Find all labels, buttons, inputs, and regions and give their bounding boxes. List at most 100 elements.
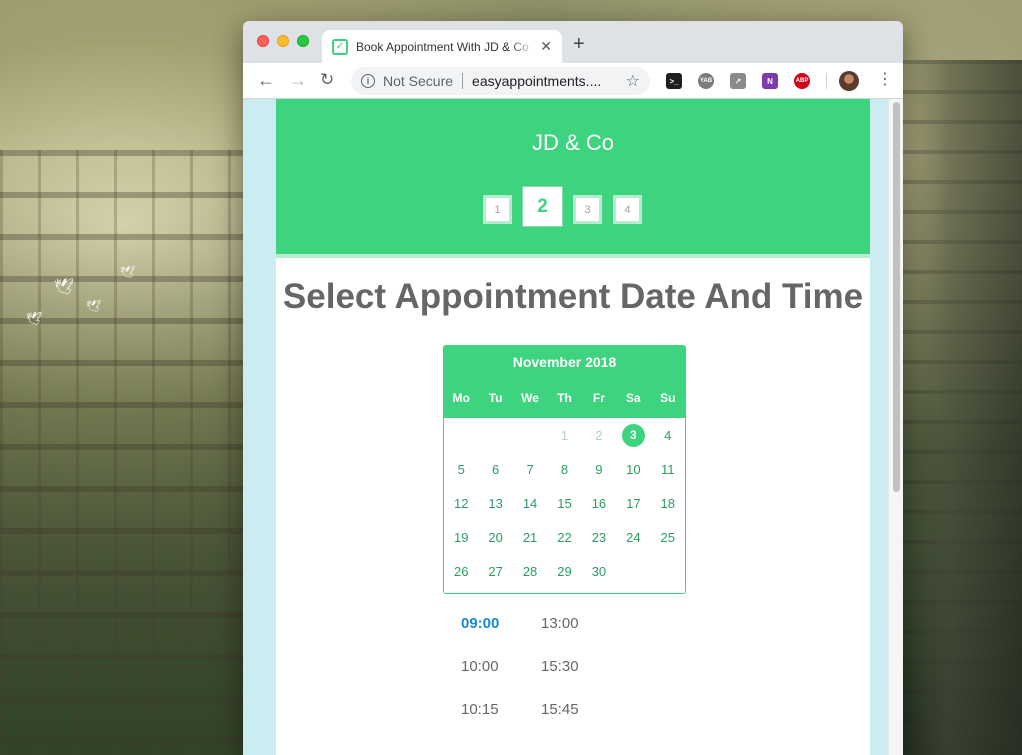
chart-extension-icon[interactable]: ↗ [730,73,746,89]
yab-extension-icon[interactable]: YAB [698,73,714,89]
adblock-plus-extension-icon[interactable]: ABP [794,73,810,89]
calendar-day[interactable]: 30 [582,554,616,588]
minimize-window-button[interactable] [277,35,289,47]
step-1-indicator[interactable]: 1 [483,195,512,224]
weekday-label: Mo [452,391,470,405]
browser-tab[interactable]: ✓ Book Appointment With JD & Co ✕ [322,30,562,63]
calendar-day-selected[interactable]: 3 [616,418,650,452]
calendar-empty-cell [513,418,547,452]
calendar-day[interactable]: 29 [547,554,581,588]
calendar-day[interactable]: 4 [651,418,685,452]
selected-day-marker: 3 [621,423,645,447]
calendar-day[interactable]: 19 [444,520,478,554]
terminal-extension-icon[interactable]: >_ [666,73,682,89]
address-bar-divider [462,73,464,89]
calendar-month-label: November 2018 [512,354,617,370]
close-tab-icon[interactable]: ✕ [540,38,552,55]
calendar-day[interactable]: 15 [547,486,581,520]
tab-title: Book Appointment With JD & Co [356,39,529,54]
maximize-window-button[interactable] [297,35,309,47]
calendar-day[interactable]: 13 [478,486,512,520]
forward-arrow-icon[interactable]: → [289,70,307,90]
calendar-day[interactable]: 12 [444,486,478,520]
calendar-day[interactable]: 22 [547,520,581,554]
tab-strip: ✓ Book Appointment With JD & Co ✕ + [243,21,903,63]
address-bar[interactable]: i Not Secure easyappointments.... ☆ [351,67,650,95]
calendar-day[interactable]: 18 [651,486,685,520]
page-viewport: JD & Co 1 2 3 4 Select Appointment Date … [243,99,903,755]
page-title: Select Appointment Date And Time [282,277,864,316]
wizard-header: JD & Co 1 2 3 4 [276,99,870,254]
calendar-day-disabled: 1 [560,427,569,443]
time-slot[interactable]: 10:15 [461,701,521,718]
calendar-day-grid: 1 2 3 4 5 6 7 8 9 10 11 12 13 14 15 16 17 18 19 20 21 22 23 24 2… [444,418,685,588]
time-slot[interactable]: 15:45 [541,701,601,718]
reload-icon[interactable]: ↻ [320,70,334,90]
time-slot[interactable]: 13:00 [541,615,601,632]
calendar-header: November 2018 Mo Tu We Th Fr Sa Su [444,346,685,418]
weekday-row: Mo Tu We Th Fr Sa Su [444,378,685,405]
calendar-day[interactable]: 26 [444,554,478,588]
wallpaper-bird-icon: 🕊 [86,299,102,313]
weekday-label: Th [557,391,572,405]
calendar-day[interactable]: 8 [547,452,581,486]
toolbar-divider [826,73,827,89]
info-icon[interactable]: i [361,74,375,88]
wallpaper-building-right [902,60,1022,755]
weekday-label: Su [660,391,676,405]
calendar-empty-cell [478,418,512,452]
security-label: Not Secure [383,73,454,89]
calendar-day[interactable]: 10 [616,452,650,486]
calendar-day-disabled: 2 [595,427,603,443]
calendar-day[interactable]: 7 [513,452,547,486]
wallpaper-bird-icon: 🕊 [26,311,43,326]
calendar-empty-cell [651,554,685,588]
step-2-indicator[interactable]: 2 [523,187,562,226]
weekday-label: We [521,391,539,405]
calendar-day[interactable]: 23 [582,520,616,554]
bookmark-star-icon[interactable]: ☆ [626,71,640,91]
calendar-day[interactable]: 16 [582,486,616,520]
wallpaper-building-left [0,150,243,755]
calendar-day[interactable]: 25 [651,520,685,554]
date-picker: November 2018 Mo Tu We Th Fr Sa Su 1 2 3 4 5 6 7 8 9 10… [443,345,686,594]
time-slot[interactable]: 10:00 [461,658,521,675]
close-window-button[interactable] [257,35,269,47]
calendar-day[interactable]: 27 [478,554,512,588]
calendar-day[interactable]: 14 [513,486,547,520]
calendar-empty-cell [444,418,478,452]
calendar-day[interactable]: 17 [616,486,650,520]
page-scrollbar[interactable] [888,99,903,755]
calendar-day[interactable]: 6 [478,452,512,486]
browser-window: ✓ Book Appointment With JD & Co ✕ + ← → … [243,21,903,755]
calendar-day[interactable]: 20 [478,520,512,554]
url-text[interactable]: easyappointments.... [472,73,620,89]
back-arrow-icon[interactable]: ← [257,70,275,90]
calendar-day[interactable]: 24 [616,520,650,554]
calendar-day[interactable]: 9 [582,452,616,486]
new-tab-icon[interactable]: + [573,33,585,56]
calendar-check-favicon-icon: ✓ [332,38,348,55]
profile-avatar[interactable] [839,71,859,91]
booking-wizard: JD & Co 1 2 3 4 Select Appointment Date … [276,99,870,755]
calendar-day[interactable]: 21 [513,520,547,554]
company-name: JD & Co [532,130,614,155]
calendar-day[interactable]: 5 [444,452,478,486]
calendar-empty-cell [616,554,650,588]
weekday-label: Fr [592,391,605,405]
scrollbar-thumb[interactable] [893,102,900,492]
step-4-indicator[interactable]: 4 [613,195,642,224]
step-3-indicator[interactable]: 3 [573,195,602,224]
kebab-menu-icon[interactable]: ⋮ [877,70,893,90]
calendar-day[interactable]: 11 [651,452,685,486]
wallpaper-bird-icon: 🕊 [120,265,136,279]
calendar-day[interactable]: 28 [513,554,547,588]
header-divider [276,254,870,258]
time-slot[interactable]: 15:30 [541,658,601,675]
wallpaper-bird-icon: 🕊 [54,279,75,296]
weekday-label: Tu [488,391,503,405]
weekday-label: Sa [626,391,641,405]
time-slot-selected[interactable]: 09:00 [461,615,521,632]
browser-toolbar: ← → ↻ i Not Secure easyappointments.... … [243,63,903,99]
onenote-extension-icon[interactable]: N [762,73,778,89]
